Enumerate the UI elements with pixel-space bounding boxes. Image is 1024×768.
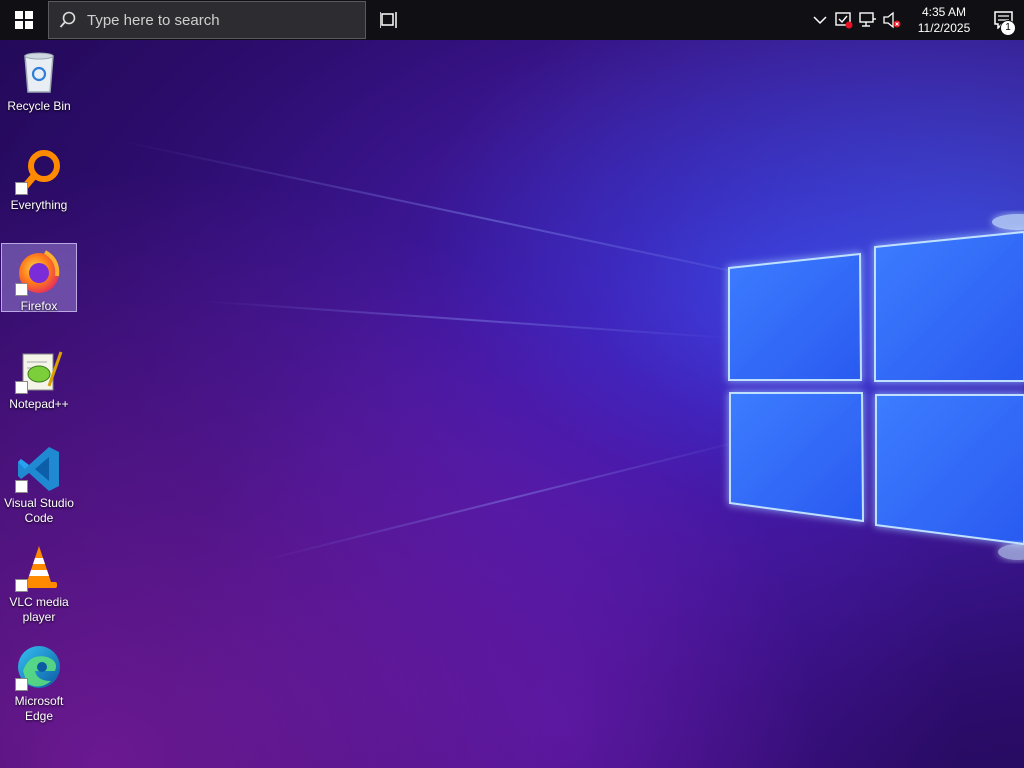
desktop-icon-label: Everything xyxy=(10,198,68,212)
clock-time: 4:35 AM xyxy=(921,5,967,19)
speaker-muted-icon xyxy=(883,11,901,29)
vlc-icon xyxy=(15,544,63,592)
windows-logo-wallpaper xyxy=(728,214,1024,560)
desktop-icon-vscode[interactable]: Visual Studio Code xyxy=(1,441,77,527)
shortcut-arrow-icon xyxy=(15,678,28,691)
desktop-icon-everything[interactable]: Everything xyxy=(1,143,77,219)
taskbar-search-box[interactable]: Type here to search xyxy=(48,1,366,39)
network-tray-button[interactable] xyxy=(856,0,880,40)
shortcut-arrow-icon xyxy=(15,182,28,195)
shortcut-arrow-icon xyxy=(15,283,28,296)
edge-icon xyxy=(15,643,63,691)
chevron-up-icon xyxy=(813,16,827,25)
desktop-icon-label: VLC media player xyxy=(9,595,69,624)
taskbar-clock[interactable]: 4:35 AM 11/2/2025 xyxy=(908,4,980,36)
desktop-icon-label: Firefox xyxy=(20,299,58,313)
system-tray: 4:35 AM 11/2/2025 1 xyxy=(808,0,1024,40)
network-icon xyxy=(859,12,876,27)
desktop-icon-edge[interactable]: Microsoft Edge xyxy=(1,639,77,725)
task-view-icon xyxy=(380,12,397,28)
shortcut-arrow-icon xyxy=(15,579,28,592)
everything-search-icon xyxy=(15,147,63,195)
taskbar: Type here to search 4:35 AM 11/2/2025 1 xyxy=(0,0,1024,40)
security-tray-button[interactable] xyxy=(832,0,856,40)
desktop-icon-label: Visual Studio Code xyxy=(4,496,74,525)
desktop-icon-notepad-plus-plus[interactable]: Notepad++ xyxy=(1,342,77,418)
vscode-icon xyxy=(15,445,63,493)
security-alert-icon xyxy=(835,12,853,29)
shortcut-arrow-icon xyxy=(15,381,28,394)
desktop-icon-label: Recycle Bin xyxy=(7,99,71,113)
search-placeholder: Type here to search xyxy=(87,11,220,29)
notepad-plus-plus-icon xyxy=(15,346,63,394)
start-button[interactable] xyxy=(0,0,48,40)
shortcut-arrow-icon xyxy=(15,480,28,493)
windows-start-icon xyxy=(15,11,33,29)
clock-date: 11/2/2025 xyxy=(917,21,971,35)
desktop-icon-label: Microsoft Edge xyxy=(14,694,64,723)
task-view-button[interactable] xyxy=(366,0,414,40)
search-icon xyxy=(49,11,87,29)
notification-count-badge: 1 xyxy=(1000,20,1016,36)
firefox-icon xyxy=(15,248,63,296)
recycle-bin-icon xyxy=(15,48,63,96)
show-hidden-icons-button[interactable] xyxy=(808,0,832,40)
action-center-button[interactable]: 1 xyxy=(984,0,1024,40)
desktop-icon-recycle-bin[interactable]: Recycle Bin xyxy=(1,44,77,120)
desktop-icon-label: Notepad++ xyxy=(9,397,69,411)
desktop-icon-vlc[interactable]: VLC media player xyxy=(1,540,77,626)
desktop-icon-firefox[interactable]: Firefox xyxy=(1,243,77,313)
volume-tray-button[interactable] xyxy=(880,0,904,40)
